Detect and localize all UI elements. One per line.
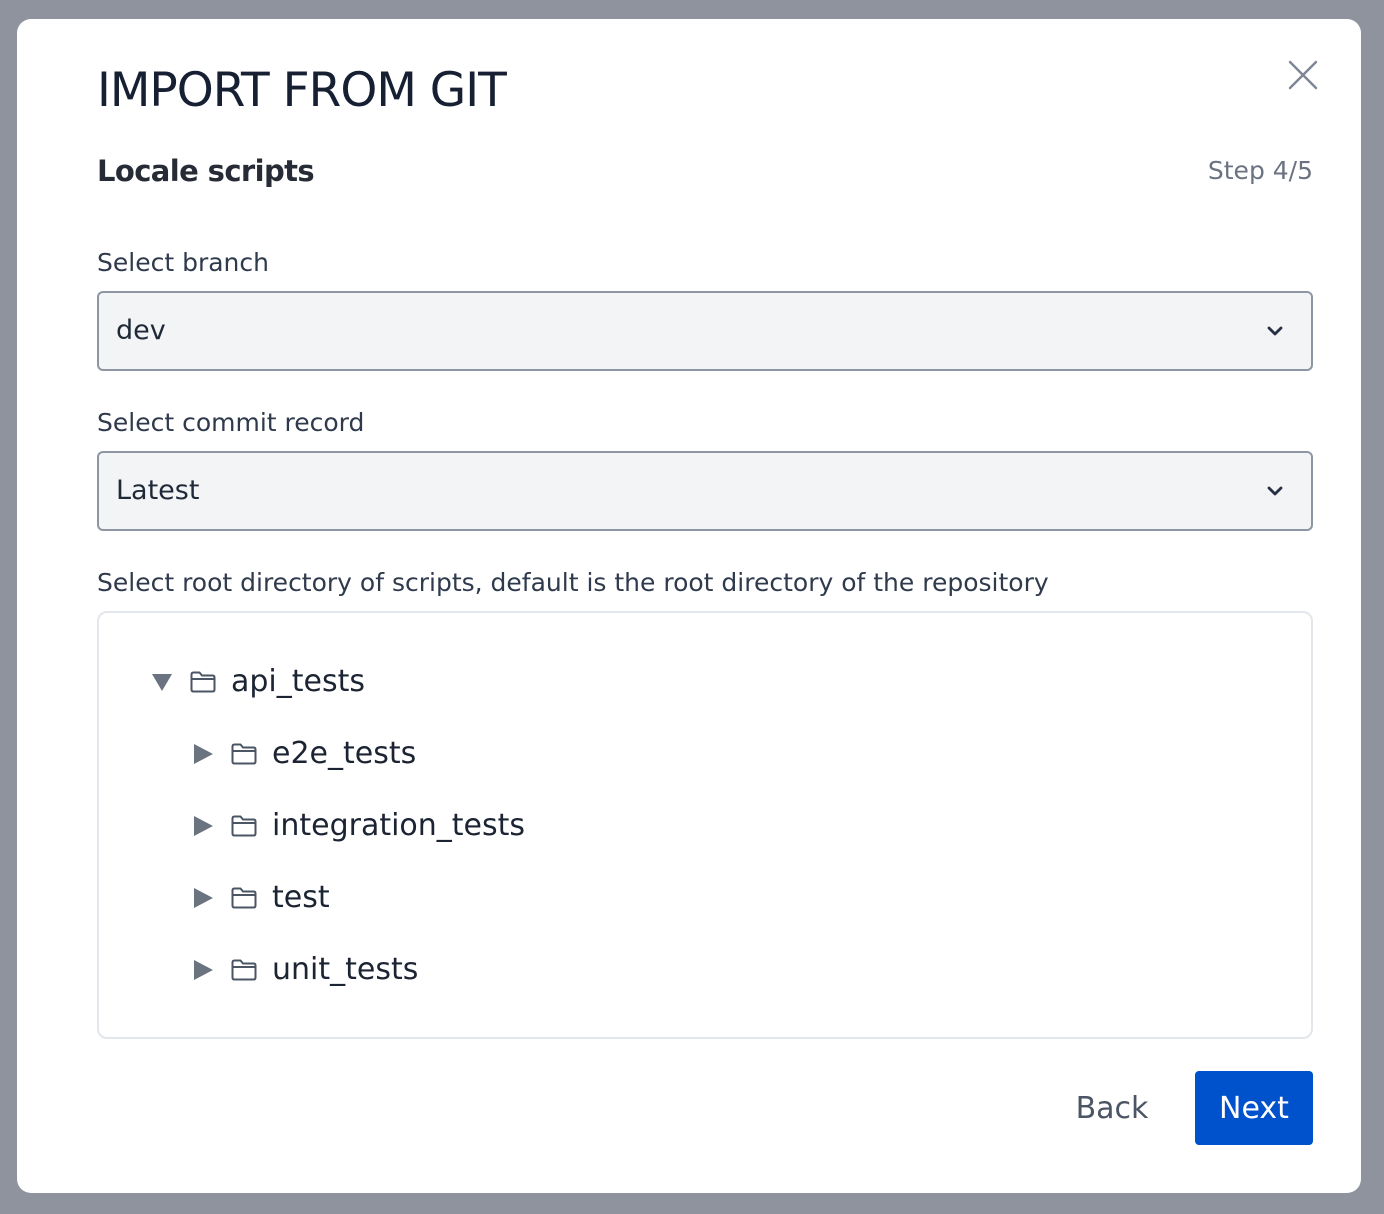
tree-node-integration-tests[interactable]: integration_tests: [190, 804, 525, 848]
tree-node-test[interactable]: test: [190, 876, 330, 920]
caret-right-icon[interactable]: [190, 957, 216, 983]
dialog-title: IMPORT FROM GIT: [97, 63, 507, 118]
chevron-down-icon: [1267, 326, 1283, 336]
close-button[interactable]: [1285, 57, 1321, 93]
tree-node-label: unit_tests: [272, 952, 419, 987]
commit-select[interactable]: Latest: [97, 451, 1313, 531]
directory-label: Select root directory of scripts, defaul…: [97, 568, 1049, 597]
directory-tree: api_tests e2e_tests integration_tests te…: [97, 611, 1313, 1039]
next-button[interactable]: Next: [1195, 1071, 1313, 1145]
branch-select-value: dev: [116, 315, 166, 346]
folder-icon: [231, 815, 257, 837]
tree-node-label: e2e_tests: [272, 736, 417, 771]
tree-node-label: integration_tests: [272, 808, 526, 843]
tree-node-label: api_tests: [231, 664, 366, 699]
caret-right-icon[interactable]: [190, 813, 216, 839]
caret-right-icon[interactable]: [190, 885, 216, 911]
folder-icon: [231, 959, 257, 981]
caret-right-icon[interactable]: [190, 741, 216, 767]
close-icon: [1288, 60, 1318, 90]
tree-node-label: test: [272, 880, 330, 915]
tree-node-api-tests[interactable]: api_tests: [149, 660, 365, 704]
commit-label: Select commit record: [97, 408, 365, 437]
commit-select-value: Latest: [116, 475, 200, 506]
tree-node-e2e-tests[interactable]: e2e_tests: [190, 732, 416, 776]
back-button[interactable]: Back: [1057, 1071, 1167, 1145]
branch-label: Select branch: [97, 248, 269, 277]
folder-icon: [190, 671, 216, 693]
folder-icon: [231, 743, 257, 765]
step-indicator: Step 4/5: [1207, 156, 1313, 185]
dialog-subtitle: Locale scripts: [97, 154, 315, 188]
chevron-down-icon: [1267, 486, 1283, 496]
folder-icon: [231, 887, 257, 909]
caret-down-icon[interactable]: [149, 669, 175, 695]
branch-select[interactable]: dev: [97, 291, 1313, 371]
tree-node-unit-tests[interactable]: unit_tests: [190, 948, 418, 992]
import-from-git-dialog: IMPORT FROM GIT Locale scripts Step 4/5 …: [17, 19, 1361, 1193]
